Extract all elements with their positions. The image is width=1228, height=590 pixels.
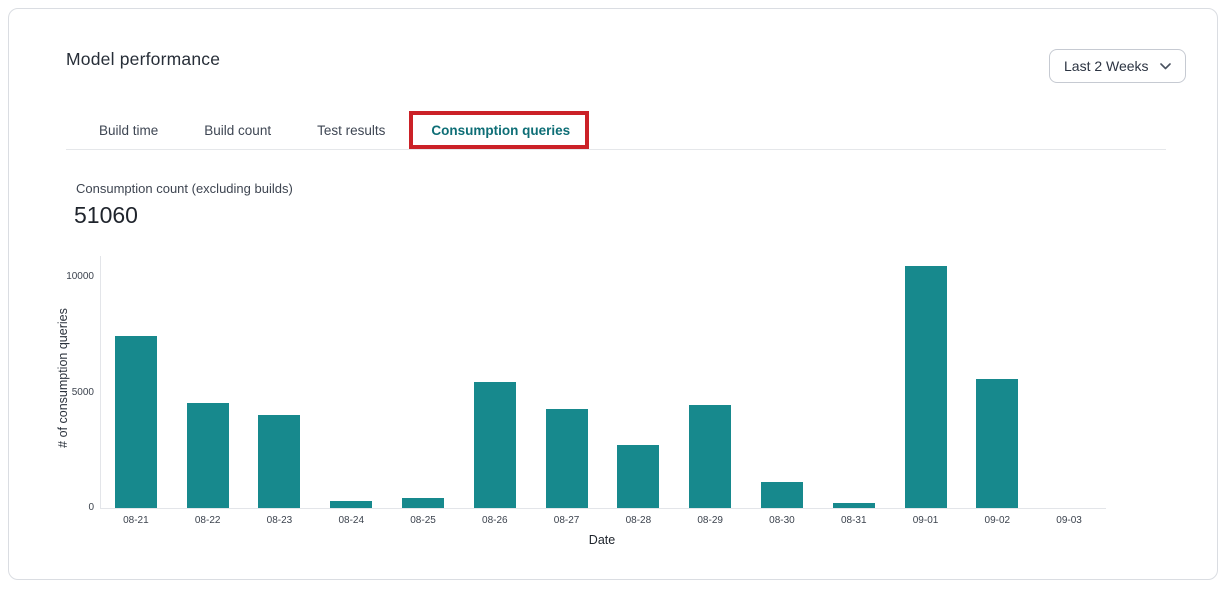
tab-divider (66, 149, 1166, 150)
date-range-dropdown[interactable]: Last 2 Weeks (1049, 49, 1186, 83)
chart-bar-08-27[interactable] (546, 409, 588, 508)
chart-bar-08-21[interactable] (115, 336, 157, 508)
x-tick-label: 08-29 (675, 515, 745, 527)
x-tick-label: 08-23 (244, 515, 314, 527)
tab-build-count[interactable]: Build count (204, 121, 271, 141)
y-tick-label: 5000 (38, 387, 94, 399)
y-axis-title: # of consumption queries (56, 308, 70, 448)
chart-bar-09-01[interactable] (905, 266, 947, 508)
x-tick-label: 08-26 (460, 515, 530, 527)
page-title: Model performance (66, 49, 220, 70)
x-axis-title: Date (589, 533, 615, 547)
y-tick-label: 0 (38, 502, 94, 514)
chart-bar-08-23[interactable] (258, 415, 300, 508)
date-range-value: Last 2 Weeks (1064, 58, 1149, 74)
chart-bar-08-22[interactable] (187, 403, 229, 508)
x-tick-label: 08-22 (173, 515, 243, 527)
x-tick-label: 09-01 (891, 515, 961, 527)
x-tick-label: 08-30 (747, 515, 817, 527)
chart-bar-08-28[interactable] (617, 445, 659, 508)
metric-value: 51060 (74, 202, 138, 229)
chart-bar-08-26[interactable] (474, 382, 516, 508)
chart-bar-08-30[interactable] (761, 482, 803, 508)
x-tick-label: 08-21 (101, 515, 171, 527)
x-tick-label: 08-25 (388, 515, 458, 527)
chart-bar-08-24[interactable] (330, 501, 372, 508)
x-axis-line (100, 508, 1106, 509)
x-tick-label: 08-27 (532, 515, 602, 527)
chart-bar-08-29[interactable] (689, 405, 731, 508)
metric-label: Consumption count (excluding builds) (76, 181, 293, 196)
x-tick-label: 08-24 (316, 515, 386, 527)
chart-bar-08-25[interactable] (402, 498, 444, 508)
y-axis-line (100, 256, 101, 508)
tab-consumption-queries[interactable]: Consumption queries (431, 121, 570, 141)
tab-consumption-queries-label: Consumption queries (431, 123, 570, 138)
x-tick-label: 09-03 (1034, 515, 1104, 527)
tab-build-time[interactable]: Build time (99, 121, 158, 141)
chevron-down-icon (1160, 63, 1171, 70)
chart-bar-09-02[interactable] (976, 379, 1018, 508)
tab-test-results[interactable]: Test results (317, 121, 385, 141)
tab-bar: Build time Build count Test results Cons… (99, 121, 570, 141)
y-tick-label: 10000 (38, 271, 94, 283)
chart-bar-08-31[interactable] (833, 503, 875, 508)
x-tick-label: 09-02 (962, 515, 1032, 527)
x-tick-label: 08-28 (603, 515, 673, 527)
x-tick-label: 08-31 (819, 515, 889, 527)
